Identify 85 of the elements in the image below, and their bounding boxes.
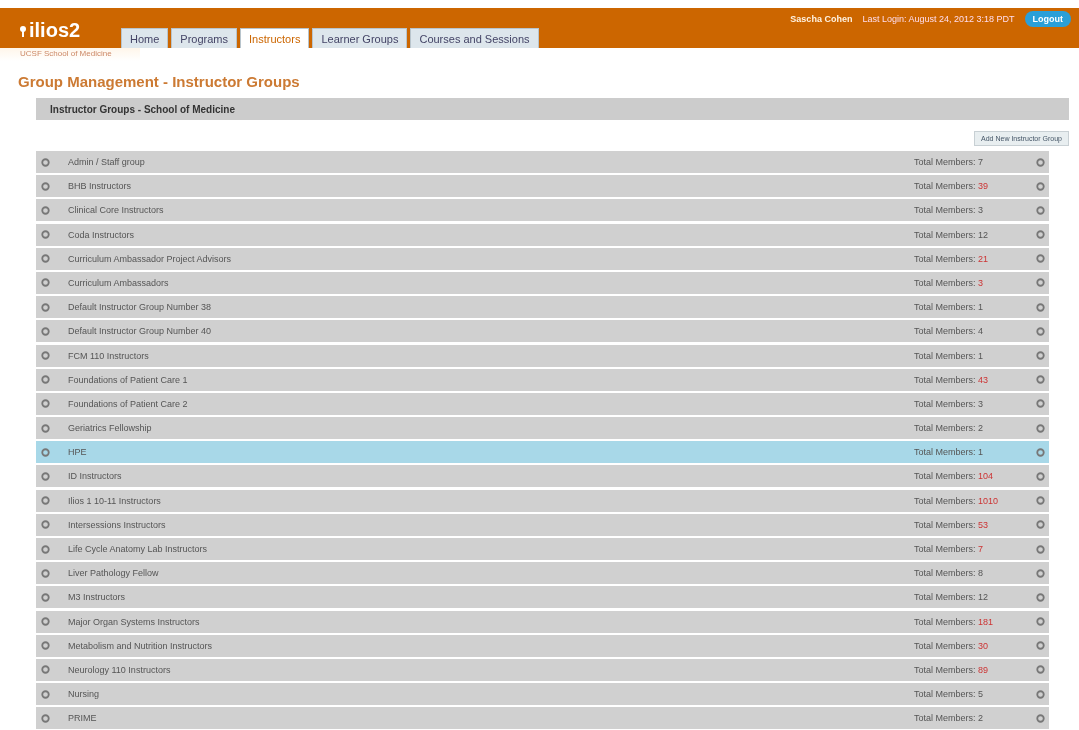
group-name: Coda Instructors bbox=[68, 229, 136, 240]
group-row[interactable]: Curriculum Ambassadors Total Members: 3 bbox=[36, 271, 1049, 294]
group-name: Liver Pathology Fellow bbox=[68, 568, 160, 579]
group-row[interactable]: Life Cycle Anatomy Lab Instructors Total Members: 7 bbox=[36, 538, 1049, 560]
nav-tab[interactable]: Courses and Sessions bbox=[410, 28, 539, 48]
group-name: Foundations of Patient Care 1 bbox=[68, 374, 189, 385]
group-row[interactable]: Liver Pathology Fellow Total Members: 8 bbox=[36, 562, 1049, 585]
section-title: Instructor Groups - School of Medicine bbox=[36, 98, 1069, 120]
group-name: Curriculum Ambassador Project Advisors bbox=[68, 253, 233, 264]
group-name: Major Organ Systems Instructors bbox=[68, 616, 201, 627]
group-row[interactable]: Ilios 1 10-11 Instructors Total Members: 1010 bbox=[36, 489, 1049, 512]
member-count: Total Members: 12 bbox=[914, 229, 990, 240]
logo-text: ilios2 bbox=[29, 19, 81, 42]
last-login: Last Login: August 24, 2012 3:18 PDT bbox=[862, 14, 1015, 24]
group-name: Nursing bbox=[68, 689, 100, 700]
group-name: Admin / Staff group bbox=[68, 157, 146, 167]
group-row[interactable]: PRIME Total Members: 2 bbox=[36, 707, 1049, 730]
group-name: Foundations of Patient Care 2 bbox=[68, 398, 189, 409]
group-row[interactable]: Foundations of Patient Care 1 Total Members: 43 bbox=[36, 368, 1049, 391]
member-count: Total Members: 4 bbox=[914, 326, 985, 337]
group-name: Ilios 1 10-11 Instructors bbox=[68, 495, 162, 506]
member-count: Total Members: 1 bbox=[914, 302, 985, 313]
member-count: Total Members: 5 bbox=[914, 689, 985, 700]
logo[interactable]: ilios2 bbox=[18, 19, 121, 42]
member-count: Total Members: 89 bbox=[914, 664, 990, 675]
group-name: Neurology 110 Instructors bbox=[68, 664, 172, 675]
group-name: PRIME bbox=[68, 713, 98, 724]
group-name: Clinical Core Instructors bbox=[68, 205, 165, 216]
user-name: Sascha Cohen bbox=[790, 14, 853, 24]
group-row[interactable]: Default Instructor Group Number 40 Total Members: 4 bbox=[36, 320, 1049, 343]
group-row[interactable]: Geriatrics Fellowship Total Members: 2 bbox=[36, 417, 1049, 440]
member-count: Total Members: 21 bbox=[914, 253, 990, 264]
nav-tab[interactable]: Instructors bbox=[240, 28, 310, 48]
member-count: Total Members: 3 bbox=[914, 277, 985, 288]
nav-tab[interactable]: Programs bbox=[171, 28, 238, 48]
group-row[interactable]: Default Instructor Group Number 38 Total Members: 1 bbox=[36, 296, 1049, 319]
group-row[interactable]: ID Instructors Total Members: 104 bbox=[36, 465, 1049, 488]
group-name: M3 Instructors bbox=[68, 592, 126, 603]
member-count: Total Members: 43 bbox=[914, 374, 990, 385]
member-count: Total Members: 12 bbox=[914, 592, 990, 603]
group-name: Curriculum Ambassadors bbox=[68, 277, 170, 288]
member-count: Total Members: 3 bbox=[914, 205, 985, 216]
page-title: Group Management - Instructor Groups bbox=[18, 73, 301, 90]
group-row[interactable]: BHB Instructors Total Members: 39 bbox=[36, 175, 1049, 198]
group-row[interactable]: Admin / Staff group Total Members: 7 bbox=[36, 151, 1049, 173]
member-count: Total Members: 104 bbox=[914, 471, 995, 482]
member-count: Total Members: 3 bbox=[914, 398, 985, 409]
group-name: Default Instructor Group Number 40 bbox=[68, 326, 213, 337]
group-row[interactable]: Neurology 110 Instructors Total Members: 89 bbox=[36, 658, 1049, 681]
member-count: Total Members: 2 bbox=[914, 423, 985, 434]
group-row[interactable]: Metabolism and Nutrition Instructors Total Members: 30 bbox=[36, 634, 1049, 657]
group-row[interactable]: FCM 110 Instructors Total Members: 1 bbox=[36, 344, 1049, 367]
nav-tab[interactable]: Learner Groups bbox=[312, 28, 408, 48]
school-name: UCSF School of Medicine bbox=[0, 48, 140, 61]
group-name: Intersessions Instructors bbox=[68, 519, 167, 530]
member-count: Total Members: 7 bbox=[914, 157, 985, 167]
group-row[interactable]: Curriculum Ambassador Project Advisors Total Members: 21 bbox=[36, 247, 1049, 270]
group-name: ID Instructors bbox=[68, 471, 123, 482]
group-row[interactable]: Major Organ Systems Instructors Total Members: 181 bbox=[36, 610, 1049, 633]
member-count: Total Members: 1 bbox=[914, 350, 985, 361]
group-row[interactable]: M3 Instructors Total Members: 12 bbox=[36, 586, 1049, 609]
member-count: Total Members: 7 bbox=[914, 544, 985, 554]
member-count: Total Members: 1010 bbox=[914, 495, 1000, 506]
group-row[interactable]: Clinical Core Instructors Total Members: 3 bbox=[36, 199, 1049, 222]
group-name: BHB Instructors bbox=[68, 181, 133, 192]
member-count: Total Members: 8 bbox=[914, 568, 985, 579]
group-name: FCM 110 Instructors bbox=[68, 350, 150, 361]
group-row[interactable]: Intersessions Instructors Total Members: 53 bbox=[36, 513, 1049, 536]
member-count: Total Members: 181 bbox=[914, 616, 995, 627]
member-count: Total Members: 2 bbox=[914, 713, 985, 724]
group-row[interactable]: Coda Instructors Total Members: 12 bbox=[36, 223, 1049, 246]
group-name: HPE bbox=[68, 447, 88, 458]
group-name: Life Cycle Anatomy Lab Instructors bbox=[68, 544, 209, 554]
group-name: Geriatrics Fellowship bbox=[68, 423, 153, 434]
group-row[interactable]: HPE Total Members: 1 bbox=[36, 441, 1049, 464]
member-count: Total Members: 1 bbox=[914, 447, 985, 458]
nav-tab[interactable]: Home bbox=[121, 28, 169, 48]
group-name: Default Instructor Group Number 38 bbox=[68, 302, 213, 313]
group-row[interactable]: Foundations of Patient Care 2 Total Members: 3 bbox=[36, 392, 1049, 415]
group-name: Metabolism and Nutrition Instructors bbox=[68, 640, 214, 651]
group-row[interactable]: Nursing Total Members: 5 bbox=[36, 683, 1049, 706]
logout-button[interactable]: Logout bbox=[1024, 11, 1071, 27]
member-count: Total Members: 30 bbox=[914, 640, 990, 651]
member-count: Total Members: 39 bbox=[914, 181, 990, 192]
member-count: Total Members: 53 bbox=[914, 519, 990, 530]
